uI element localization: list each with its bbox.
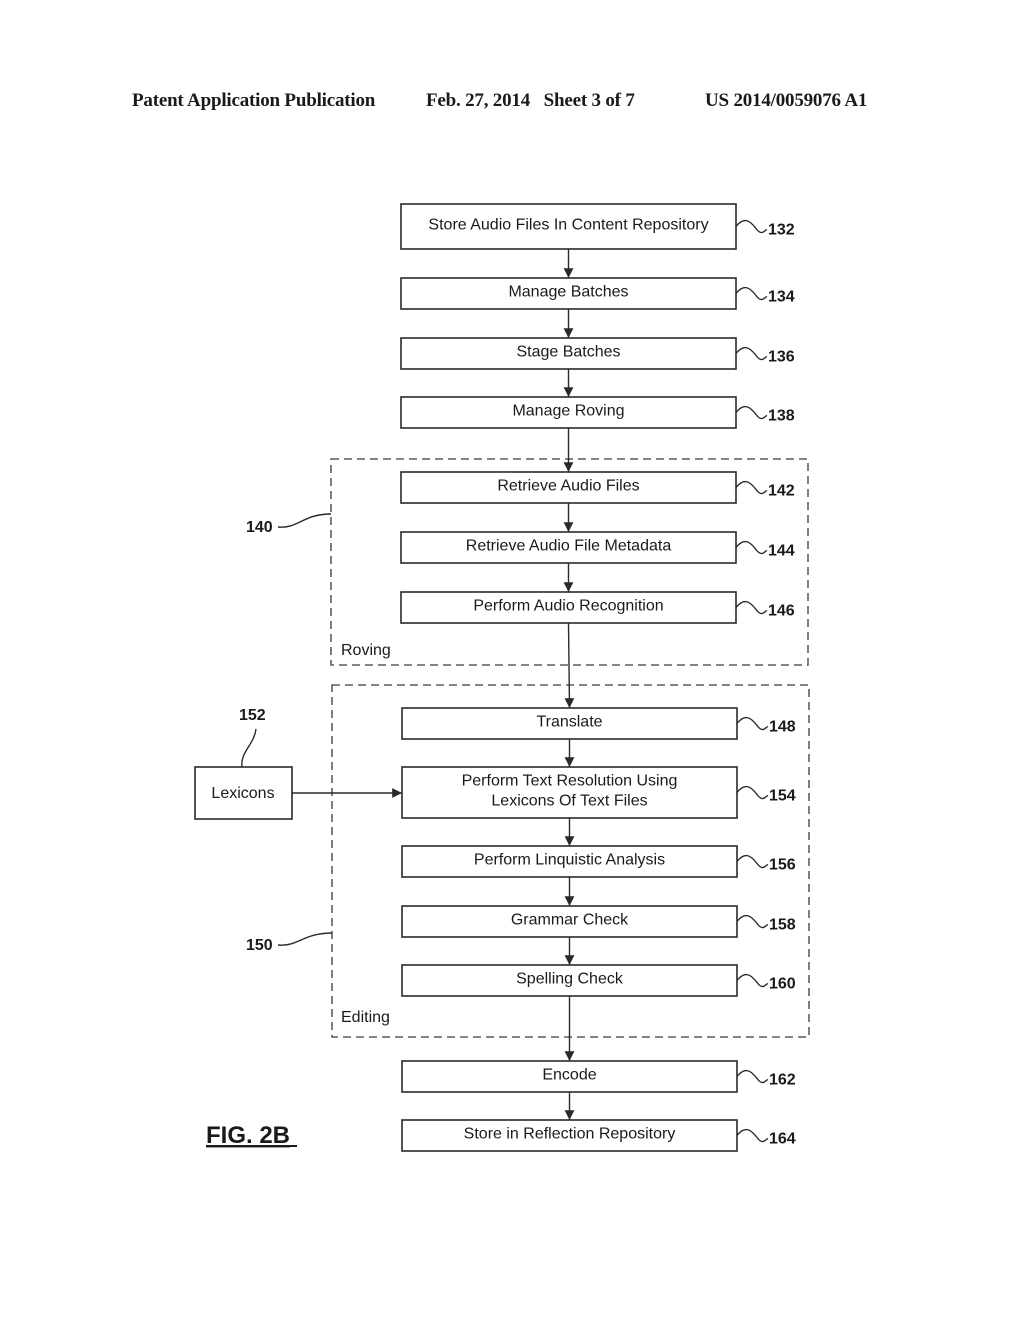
ref-leader-line: [735, 405, 768, 420]
step-label: Retrieve Audio Files: [497, 478, 639, 495]
step-ref-number: 142: [768, 483, 795, 500]
step-label: Grammar Check: [511, 912, 629, 929]
step-label: Stage Batches: [516, 344, 620, 361]
ref-leader-line: [735, 480, 768, 495]
step-label: Retrieve Audio File Metadata: [466, 538, 672, 555]
step-label: Spelling Check: [516, 971, 624, 988]
step-146: Perform Audio Recognition 146: [400, 591, 795, 624]
step-ref-number: 154: [769, 788, 796, 805]
step-label: Translate: [536, 714, 602, 731]
step-label: Lexicons Of Text Files: [491, 793, 647, 810]
step-164: Store in Reflection Repository 164: [401, 1119, 796, 1152]
step-ref-number: 162: [769, 1072, 796, 1089]
step-134: Manage Batches 134: [400, 277, 795, 310]
step-label: Perform Text Resolution Using: [462, 773, 678, 790]
step-ref-number: 132: [768, 222, 795, 239]
step-ref-number: 158: [769, 917, 796, 934]
flowchart: Roving 140 Editing 150 Store Audio Files In…: [194, 203, 810, 1152]
editing-leader-line: [277, 932, 333, 946]
roving-group-label: Roving: [341, 642, 391, 659]
flow-arrow: [564, 622, 575, 709]
step-156: Perform Linquistic Analysis 156: [401, 845, 796, 878]
step-160: Spelling Check 160: [401, 964, 796, 997]
lexicons-label: Lexicons: [211, 785, 274, 802]
step-label: Store Audio Files In Content Repository: [428, 217, 708, 234]
editing-group-label: Editing: [341, 1009, 390, 1026]
step-ref-number: 134: [768, 289, 795, 306]
ref-leader-line: [736, 785, 769, 800]
ref-leader-line: [735, 600, 768, 615]
step-ref-number: 148: [769, 719, 796, 736]
step-136: Stage Batches 136: [400, 337, 795, 370]
step-132: Store Audio Files In Content Repository 1…: [400, 203, 795, 250]
roving-leader-line: [277, 513, 332, 528]
step-ref-number: 146: [768, 603, 795, 620]
ref-leader-line: [735, 346, 768, 361]
step-154: Perform Text Resolution Using Lexicons Of…: [401, 766, 796, 819]
step-ref-number: 138: [768, 408, 795, 425]
editing-group-ref: 150: [246, 937, 273, 954]
figure-label: FIG. 2B: [206, 1122, 290, 1149]
step-label: Encode: [542, 1067, 596, 1084]
ref-leader-line: [735, 286, 768, 301]
ref-leader-line: [736, 854, 769, 869]
step-162: Encode 162: [401, 1060, 796, 1093]
step-ref-number: 164: [769, 1131, 796, 1148]
step-ref-number: 144: [768, 543, 795, 560]
ref-leader-line: [736, 914, 769, 929]
lexicons-node: Lexicons 152: [194, 707, 402, 820]
ref-leader-line: [735, 540, 768, 555]
step-label: Store in Reflection Repository: [464, 1126, 676, 1143]
step-ref-number: 136: [768, 349, 795, 366]
step-ref-number: 160: [769, 976, 796, 993]
ref-leader-line: [736, 1069, 769, 1084]
step-ref-number: 156: [769, 857, 796, 874]
step-label: Manage Batches: [508, 284, 628, 301]
step-148: Translate 148: [401, 707, 796, 740]
ref-leader-line: [736, 1128, 769, 1143]
lexicons-ref-number: 152: [239, 707, 266, 724]
ref-leader-line: [736, 973, 769, 988]
step-142: Retrieve Audio Files 142: [400, 471, 795, 504]
step-label: Perform Audio Recognition: [473, 598, 663, 615]
step-label: Perform Linquistic Analysis: [474, 852, 665, 869]
step-138: Manage Roving 138: [400, 396, 795, 429]
step-label: Manage Roving: [512, 403, 624, 420]
step-144: Retrieve Audio File Metadata 144: [400, 531, 795, 564]
step-158: Grammar Check 158: [401, 905, 796, 938]
lexicons-leader-line: [241, 728, 257, 768]
roving-group-ref: 140: [246, 519, 273, 536]
ref-leader-line: [735, 219, 768, 234]
ref-leader-line: [736, 716, 769, 731]
